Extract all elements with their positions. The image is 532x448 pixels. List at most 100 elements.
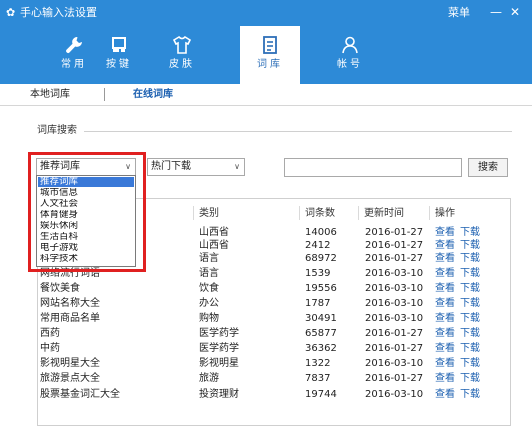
- row-date: 2016-01-27: [365, 328, 424, 339]
- download-link[interactable]: 下载: [460, 312, 480, 325]
- dropdown-option[interactable]: 生活百科: [38, 232, 134, 242]
- row-date: 2016-03-10: [365, 389, 424, 400]
- tshirt-icon: [172, 35, 192, 54]
- row-date: 2016-03-10: [365, 298, 424, 309]
- chevron-down-icon: ∨: [125, 162, 131, 171]
- header-divider: [429, 206, 430, 220]
- row-name: 网络流行词语: [40, 268, 100, 279]
- tab-label: 按键: [106, 59, 132, 70]
- row-category: 旅游: [199, 373, 219, 384]
- dropdown-option[interactable]: 体育健身: [38, 210, 134, 220]
- download-link[interactable]: 下载: [460, 372, 480, 385]
- view-link[interactable]: 查看: [435, 342, 455, 355]
- category-select[interactable]: 推荐词库 ∨: [36, 158, 136, 176]
- row-count: 19744: [305, 389, 337, 400]
- close-button[interactable]: ✕: [510, 5, 520, 19]
- download-link[interactable]: 下载: [460, 267, 480, 280]
- row-category: 医学药学: [199, 343, 239, 354]
- row-count: 2412: [305, 240, 331, 251]
- dropdown-option[interactable]: 城市信息: [38, 188, 134, 198]
- download-link[interactable]: 下载: [460, 239, 480, 252]
- row-count: 68972: [305, 253, 337, 264]
- row-count: 30491: [305, 313, 337, 324]
- view-link[interactable]: 查看: [435, 282, 455, 295]
- row-count: 36362: [305, 343, 337, 354]
- search-input[interactable]: [284, 158, 462, 177]
- row-category: 语言: [199, 268, 219, 279]
- dropdown-option[interactable]: 推荐词库: [38, 177, 134, 187]
- download-link[interactable]: 下载: [460, 297, 480, 310]
- document-icon: [263, 36, 277, 54]
- wrench-icon: [66, 37, 82, 53]
- tab-label: 皮肤: [169, 59, 195, 70]
- dropdown-option[interactable]: 科学技术: [38, 254, 134, 264]
- tab-dictionary[interactable]: 词库: [240, 26, 300, 84]
- column-header-date: 更新时间: [364, 208, 404, 219]
- row-category: 投资理财: [199, 389, 239, 400]
- search-button[interactable]: 搜索: [468, 158, 508, 177]
- row-count: 19556: [305, 283, 337, 294]
- tab-keys[interactable]: 按键: [89, 26, 149, 84]
- row-date: 2016-03-10: [365, 268, 424, 279]
- row-name: 股票基金词汇大全: [40, 389, 120, 400]
- category-dropdown-list: 推荐词库 城市信息 人文社会 体育健身 娱乐休闲 生活百科 电子游戏 科学技术: [36, 175, 136, 267]
- row-count: 7837: [305, 373, 331, 384]
- minimize-button[interactable]: —: [490, 5, 502, 19]
- column-header-action: 操作: [435, 208, 455, 219]
- header-divider: [299, 206, 300, 220]
- row-name: 常用商品名单: [40, 313, 100, 324]
- sub-nav: 本地词库 在线词库: [0, 84, 532, 106]
- view-link[interactable]: 查看: [435, 388, 455, 401]
- download-link[interactable]: 下载: [460, 388, 480, 401]
- dropdown-option[interactable]: 人文社会: [38, 199, 134, 209]
- download-link[interactable]: 下载: [460, 342, 480, 355]
- row-category: 语言: [199, 253, 219, 264]
- sort-select[interactable]: 热门下载 ∨: [147, 158, 245, 176]
- row-count: 1539: [305, 268, 331, 279]
- view-link[interactable]: 查看: [435, 372, 455, 385]
- header-divider: [193, 206, 194, 220]
- download-link[interactable]: 下载: [460, 226, 480, 239]
- tab-account[interactable]: 帐号: [320, 26, 380, 84]
- tab-skin[interactable]: 皮肤: [152, 26, 212, 84]
- row-date: 2016-03-10: [365, 358, 424, 369]
- view-link[interactable]: 查看: [435, 252, 455, 265]
- row-count: 65877: [305, 328, 337, 339]
- column-header-count: 词条数: [305, 208, 335, 219]
- section-divider: [84, 131, 512, 132]
- row-date: 2016-01-27: [365, 227, 424, 238]
- dropdown-option[interactable]: 电子游戏: [38, 243, 134, 253]
- keyboard-icon: [112, 37, 126, 52]
- online-dictionary-link[interactable]: 在线词库: [133, 88, 173, 101]
- row-count: 1322: [305, 358, 331, 369]
- local-dictionary-link[interactable]: 本地词库: [30, 88, 70, 101]
- download-link[interactable]: 下载: [460, 252, 480, 265]
- download-link[interactable]: 下载: [460, 357, 480, 370]
- view-link[interactable]: 查看: [435, 357, 455, 370]
- download-link[interactable]: 下载: [460, 327, 480, 340]
- menu-button[interactable]: 菜单: [448, 6, 470, 20]
- row-name: 网站名称大全: [40, 298, 100, 309]
- view-link[interactable]: 查看: [435, 327, 455, 340]
- dropdown-option[interactable]: 娱乐休闲: [38, 221, 134, 231]
- row-name: 餐饮美食: [40, 283, 80, 294]
- row-category: 医学药学: [199, 328, 239, 339]
- view-link[interactable]: 查看: [435, 312, 455, 325]
- view-link[interactable]: 查看: [435, 267, 455, 280]
- view-link[interactable]: 查看: [435, 297, 455, 310]
- category-select-value: 推荐词库: [40, 161, 80, 172]
- row-name: 中药: [40, 343, 60, 354]
- view-link[interactable]: 查看: [435, 226, 455, 239]
- user-icon: [342, 36, 358, 54]
- row-name: 西药: [40, 328, 60, 339]
- row-category: 影视明星: [199, 358, 239, 369]
- download-link[interactable]: 下载: [460, 282, 480, 295]
- view-link[interactable]: 查看: [435, 239, 455, 252]
- chevron-down-icon: ∨: [234, 162, 240, 171]
- row-date: 2016-03-10: [365, 283, 424, 294]
- search-section-title: 词库搜索: [37, 124, 81, 137]
- title-bar: ✿ 手心输入法设置 菜单 — ✕: [0, 0, 532, 26]
- row-date: 2016-01-27: [365, 253, 424, 264]
- row-category: 山西省: [199, 240, 229, 251]
- row-date: 2016-01-27: [365, 373, 424, 384]
